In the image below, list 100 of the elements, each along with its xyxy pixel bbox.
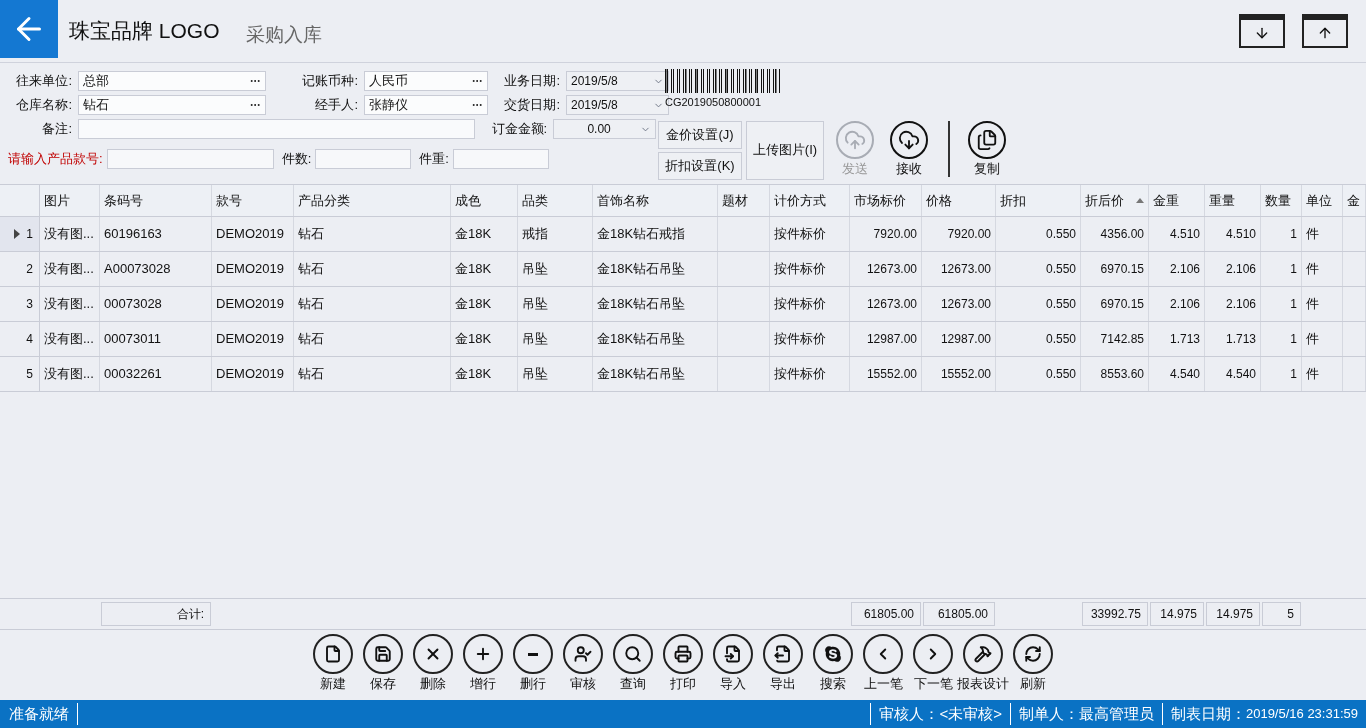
table-cell: 金18K钻石戒指 — [593, 217, 718, 251]
table-cell: 金18K钻石吊坠 — [593, 287, 718, 321]
table-cell: 件 — [1302, 287, 1343, 321]
table-cell: 钻石 — [294, 252, 451, 286]
field-label: 往来单位: — [15, 72, 72, 91]
column-header[interactable]: 金重 — [1149, 185, 1205, 216]
table-cell: 戒指 — [518, 217, 593, 251]
lookup-field[interactable]: 总部 — [78, 71, 266, 91]
download-icon[interactable] — [1239, 14, 1285, 48]
table-cell: 金18K — [451, 357, 518, 391]
column-header[interactable]: 成色 — [451, 185, 518, 216]
row-header[interactable]: 1 — [0, 217, 40, 251]
table-cell: 0.550 — [996, 322, 1081, 356]
status-value: 最高管理员 — [1078, 703, 1154, 724]
table-cell: 件 — [1302, 252, 1343, 286]
total-cell: 33992.75 — [1082, 602, 1148, 626]
row-header[interactable]: 5 — [0, 357, 40, 391]
table-cell: 8553.60 — [1081, 357, 1149, 391]
table-cell: 15552.00 — [922, 357, 996, 391]
table-cell: 吊坠 — [518, 287, 593, 321]
input-field[interactable] — [106, 149, 274, 169]
field-label: 件数: — [281, 150, 312, 169]
column-header[interactable]: 款号 — [212, 185, 294, 216]
column-header[interactable]: 品类 — [518, 185, 593, 216]
lookup-field[interactable]: 人民币 — [364, 71, 488, 91]
column-header[interactable]: 市场标价 — [850, 185, 922, 216]
column-header[interactable]: 单位 — [1302, 185, 1343, 216]
column-header[interactable]: 折扣 — [996, 185, 1081, 216]
table-cell: 件 — [1302, 322, 1343, 356]
minus-icon — [528, 652, 538, 656]
page-title: 采购入库 — [245, 22, 322, 47]
column-header[interactable]: 条码号 — [100, 185, 212, 216]
current-row-icon — [14, 229, 21, 239]
row-header[interactable]: 3 — [0, 287, 40, 321]
column-header[interactable]: 首饰名称 — [593, 185, 718, 216]
input-field[interactable] — [452, 149, 549, 169]
table-cell: 4.540 — [1149, 357, 1205, 391]
table-cell: DEMO2019 — [212, 217, 294, 251]
table-cell: 00073011 — [100, 322, 212, 356]
table-cell: 1 — [1261, 217, 1302, 251]
brand-logo-text: 珠宝品牌 LOGO — [69, 18, 220, 45]
column-header[interactable]: 金 — [1343, 185, 1366, 216]
table-cell: 2.106 — [1205, 287, 1261, 321]
save-icon — [374, 645, 392, 663]
table-cell: 按件标价 — [770, 357, 850, 391]
skype-icon — [824, 645, 842, 663]
table-cell: A00073028 — [100, 252, 212, 286]
total-cell: 14.975 — [1150, 602, 1204, 626]
table-cell: 15552.00 — [850, 357, 922, 391]
table-cell: 没有图... — [40, 287, 100, 321]
table-cell: 1 — [1261, 287, 1302, 321]
upload-icon[interactable] — [1302, 14, 1348, 48]
dropdown-field[interactable]: 2019/5/8 — [566, 71, 669, 91]
table-cell: 12673.00 — [850, 287, 922, 321]
printer-icon — [674, 645, 692, 663]
table-cell: 按件标价 — [770, 252, 850, 286]
status-value: 2019/5/16 23:31:59 — [1245, 705, 1358, 724]
settings-button[interactable]: 金价设置(J) — [658, 120, 742, 149]
row-header[interactable]: 4 — [0, 322, 40, 356]
field-label: 仓库名称: — [15, 96, 72, 115]
field-label: 业务日期: — [503, 72, 560, 91]
table-cell: 金18K — [451, 322, 518, 356]
row-header[interactable]: 2 — [0, 252, 40, 286]
dropdown-field[interactable]: 0.00 — [553, 119, 656, 139]
note-field[interactable] — [78, 119, 476, 139]
field-label: 件重: — [419, 150, 449, 169]
back-button[interactable] — [0, 0, 58, 58]
column-header[interactable]: 图片 — [40, 185, 100, 216]
refresh-icon — [1024, 645, 1042, 663]
search-icon — [624, 645, 642, 663]
table-cell: 6970.15 — [1081, 252, 1149, 286]
column-header[interactable]: 产品分类 — [294, 185, 451, 216]
status-label: 审核人： — [879, 703, 940, 724]
column-header[interactable]: 题材 — [718, 185, 770, 216]
column-header[interactable]: 计价方式 — [770, 185, 850, 216]
table-cell: 6970.15 — [1081, 287, 1149, 321]
table-cell: 金18K钻石吊坠 — [593, 357, 718, 391]
input-field[interactable] — [315, 149, 412, 169]
column-header[interactable]: 数量 — [1261, 185, 1302, 216]
table-cell: 按件标价 — [770, 322, 850, 356]
table-cell: 1 — [1261, 322, 1302, 356]
lookup-field[interactable]: 张静仪 — [364, 95, 488, 115]
lookup-field[interactable]: 钻石 — [78, 95, 266, 115]
plus-icon — [474, 645, 492, 663]
table-cell: 7920.00 — [922, 217, 996, 251]
table-cell: 7142.85 — [1081, 322, 1149, 356]
field-label: 经手人: — [314, 96, 358, 115]
status-label: 制单人： — [1018, 703, 1079, 724]
table-cell: 2.106 — [1205, 252, 1261, 286]
upload-image-button[interactable]: 上传图片(I) — [746, 120, 824, 180]
total-cell: 14.975 — [1206, 602, 1260, 626]
table-cell: 按件标价 — [770, 217, 850, 251]
column-header[interactable]: 价格 — [922, 185, 996, 216]
column-header[interactable]: 折后价 — [1081, 185, 1149, 216]
column-header[interactable]: 重量 — [1205, 185, 1261, 216]
table-cell: 金18K钻石吊坠 — [593, 322, 718, 356]
settings-button[interactable]: 折扣设置(K) — [658, 151, 742, 180]
field-label: 备注: — [41, 120, 72, 139]
table-cell: 没有图... — [40, 252, 100, 286]
status-value: <未审核> — [939, 703, 1002, 724]
